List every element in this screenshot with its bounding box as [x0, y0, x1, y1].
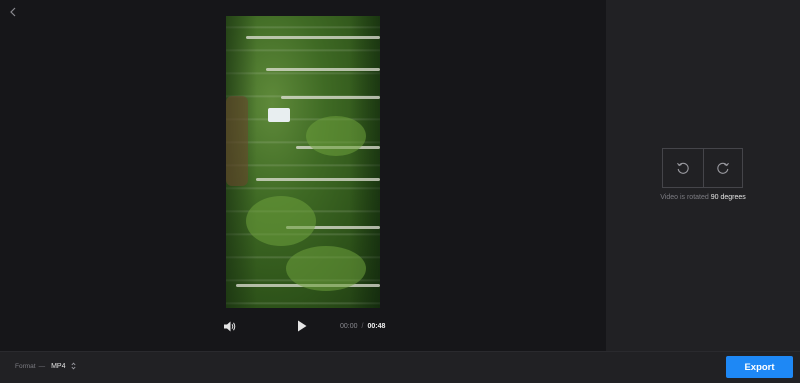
rotate-left-button[interactable]: [663, 149, 703, 187]
video-frame-trunk: [281, 96, 380, 99]
duration: 00:48: [367, 322, 386, 330]
play-button[interactable]: [297, 318, 309, 334]
video-frame-trunk: [256, 178, 380, 181]
rotation-status: Video is rotated 90 degrees: [606, 194, 800, 201]
select-arrows-icon: [70, 362, 76, 370]
export-button[interactable]: Export: [726, 356, 793, 378]
video-frame-foliage: [286, 246, 366, 291]
play-icon: [298, 320, 307, 332]
video-frame-trunk: [246, 36, 380, 39]
time-separator: /: [361, 322, 364, 330]
format-value: MP4: [51, 362, 66, 370]
video-frame-soil: [226, 96, 248, 186]
rotate-right-button[interactable]: [702, 149, 743, 187]
video-preview[interactable]: [226, 16, 380, 308]
rotate-controls: [662, 148, 743, 188]
rotate-ccw-icon: [676, 162, 689, 174]
playback-time: 00:00 / 00:48: [340, 318, 385, 334]
format-label: Format: [15, 362, 36, 370]
editor-main-area: 00:00 / 00:48: [0, 0, 606, 351]
format-dash: —: [38, 362, 46, 370]
volume-button[interactable]: [224, 318, 238, 334]
bottom-bar: [0, 351, 800, 383]
rotation-status-prefix: Video is rotated: [660, 194, 709, 201]
video-frame-foliage: [246, 196, 316, 246]
rotate-cw-icon: [717, 162, 729, 174]
video-frame-trunk: [266, 68, 380, 71]
video-frame-figures: [268, 108, 290, 122]
current-time: 00:00: [340, 322, 358, 330]
format-dropdown[interactable]: MP4: [51, 362, 76, 370]
video-frame-foliage: [306, 116, 366, 156]
rotation-degrees: 90 degrees: [710, 194, 746, 201]
chevron-left-icon: [10, 7, 16, 17]
format-selector: Format — MP4: [15, 362, 76, 370]
back-button[interactable]: [6, 5, 20, 19]
volume-icon: [224, 321, 236, 331]
